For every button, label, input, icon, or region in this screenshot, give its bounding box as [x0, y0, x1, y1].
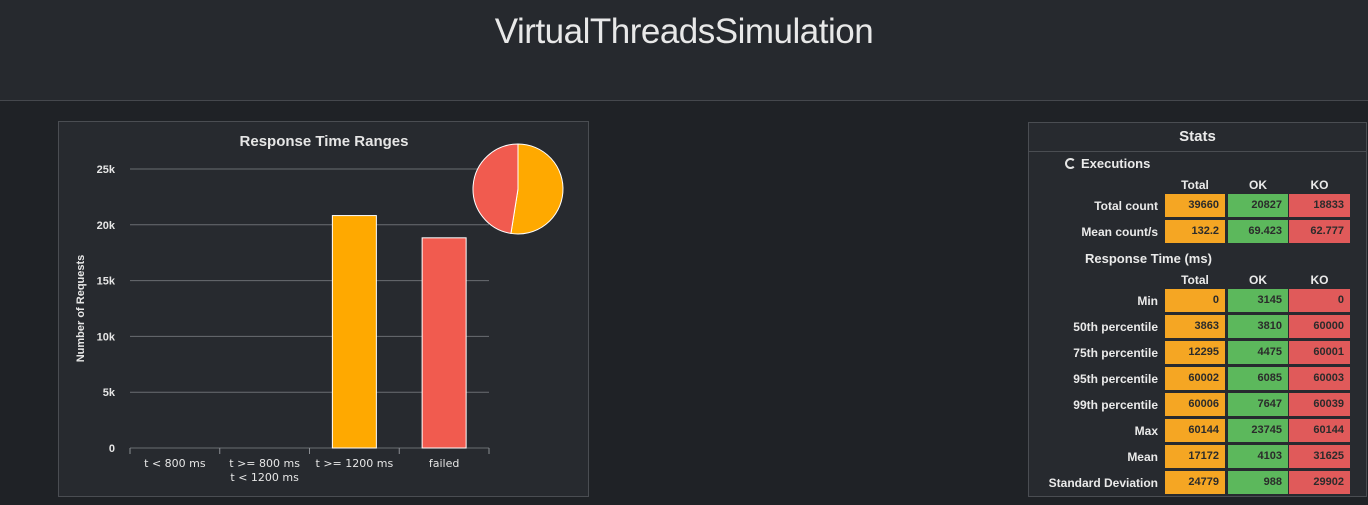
bar — [331, 215, 377, 449]
response-row-label: 50th percentile — [1073, 320, 1158, 334]
response-cell-ko: 60003 — [1289, 367, 1350, 390]
response-cell-total: 12295 — [1165, 341, 1225, 364]
response-cell-total: 60006 — [1165, 393, 1225, 416]
bar — [421, 237, 467, 449]
pie-slice — [510, 143, 564, 235]
y-axis-label: Number of Requests — [75, 255, 87, 363]
y-tick-label: 15k — [97, 276, 116, 288]
executions-cell-ok: 69.423 — [1228, 220, 1288, 243]
response-cell-ko: 60144 — [1289, 419, 1350, 442]
response-row-label: Standard Deviation — [1048, 476, 1158, 490]
response-row-label: Min — [1137, 294, 1158, 308]
executions-row-label: Total count — [1094, 199, 1158, 213]
response-cell-ko: 60000 — [1289, 315, 1350, 338]
response-header-total: Total — [1181, 273, 1209, 287]
response-cell-ok: 23745 — [1228, 419, 1288, 442]
response-time-chart: Response Time Ranges Number of Requests 0 5… — [75, 133, 564, 484]
stats-title: Stats — [1029, 123, 1366, 152]
response-time-title: Response Time (ms) — [1085, 251, 1212, 266]
response-cell-ok: 4103 — [1228, 445, 1288, 468]
response-row-label: 99th percentile — [1073, 398, 1158, 412]
response-cell-total: 60144 — [1165, 419, 1225, 442]
executions-cell-ko: 62.777 — [1289, 220, 1350, 243]
executions-header-ok: OK — [1249, 178, 1267, 192]
response-header-ko: KO — [1310, 273, 1329, 287]
x-tick-label: t >= 1200 ms — [316, 457, 394, 470]
response-cell-ok: 3810 — [1228, 315, 1288, 338]
stats-panel: Stats Executions Total OK KO Total count 396… — [1028, 122, 1367, 497]
chart-title: Response Time Ranges — [240, 133, 409, 150]
response-cell-ko: 60039 — [1289, 393, 1350, 416]
x-tick-label: t < 1200 ms — [230, 471, 299, 484]
response-cell-ko: 0 — [1289, 289, 1350, 312]
response-cell-ko: 29902 — [1289, 471, 1350, 494]
executions-cell-total: 132.2 — [1165, 220, 1225, 243]
response-row-label: 75th percentile — [1073, 346, 1158, 360]
response-header-ok: OK — [1249, 273, 1267, 287]
response-cell-ko: 31625 — [1289, 445, 1350, 468]
refresh-icon — [1065, 158, 1076, 169]
executions-header-total: Total — [1181, 178, 1209, 192]
response-cell-ok: 3145 — [1228, 289, 1288, 312]
response-cell-total: 3863 — [1165, 315, 1225, 338]
response-cell-ok: 6085 — [1228, 367, 1288, 390]
executions-row-label: Mean count/s — [1081, 225, 1158, 239]
executions-section-title: Executions — [1065, 156, 1150, 171]
y-tick-label: 0 — [109, 443, 115, 455]
response-row-label: Max — [1134, 424, 1158, 438]
y-tick-label: 20k — [97, 220, 116, 232]
executions-cell-ko: 18833 — [1289, 194, 1350, 217]
response-cell-total: 24779 — [1165, 471, 1225, 494]
executions-cell-total: 39660 — [1165, 194, 1225, 217]
executions-cell-ok: 20827 — [1228, 194, 1288, 217]
response-cell-ok: 4475 — [1228, 341, 1288, 364]
response-cell-ko: 60001 — [1289, 341, 1350, 364]
response-cell-ok: 988 — [1228, 471, 1288, 494]
x-tick-label: t < 800 ms — [144, 457, 206, 470]
response-row-label: 95th percentile — [1073, 372, 1158, 386]
pie-slice — [472, 143, 519, 235]
response-cell-total: 60002 — [1165, 367, 1225, 390]
executions-header-ko: KO — [1310, 178, 1329, 192]
page-title: VirtualThreadsSimulation — [494, 12, 874, 51]
y-tick-label: 25k — [97, 164, 116, 176]
executions-title: Executions — [1081, 156, 1151, 171]
page-header: VirtualThreadsSimulation — [0, 0, 1368, 101]
response-cell-ok: 7647 — [1228, 393, 1288, 416]
response-cell-total: 17172 — [1165, 445, 1225, 468]
x-tick-label: failed — [429, 457, 459, 470]
response-cell-total: 0 — [1165, 289, 1225, 312]
x-tick-label: t >= 800 ms — [229, 457, 300, 470]
response-row-label: Mean — [1127, 450, 1158, 464]
response-time-chart-panel: Response Time Ranges Number of Requests 0 5… — [58, 121, 589, 497]
y-tick-label: 10k — [97, 331, 116, 343]
y-tick-label: 5k — [103, 387, 116, 399]
